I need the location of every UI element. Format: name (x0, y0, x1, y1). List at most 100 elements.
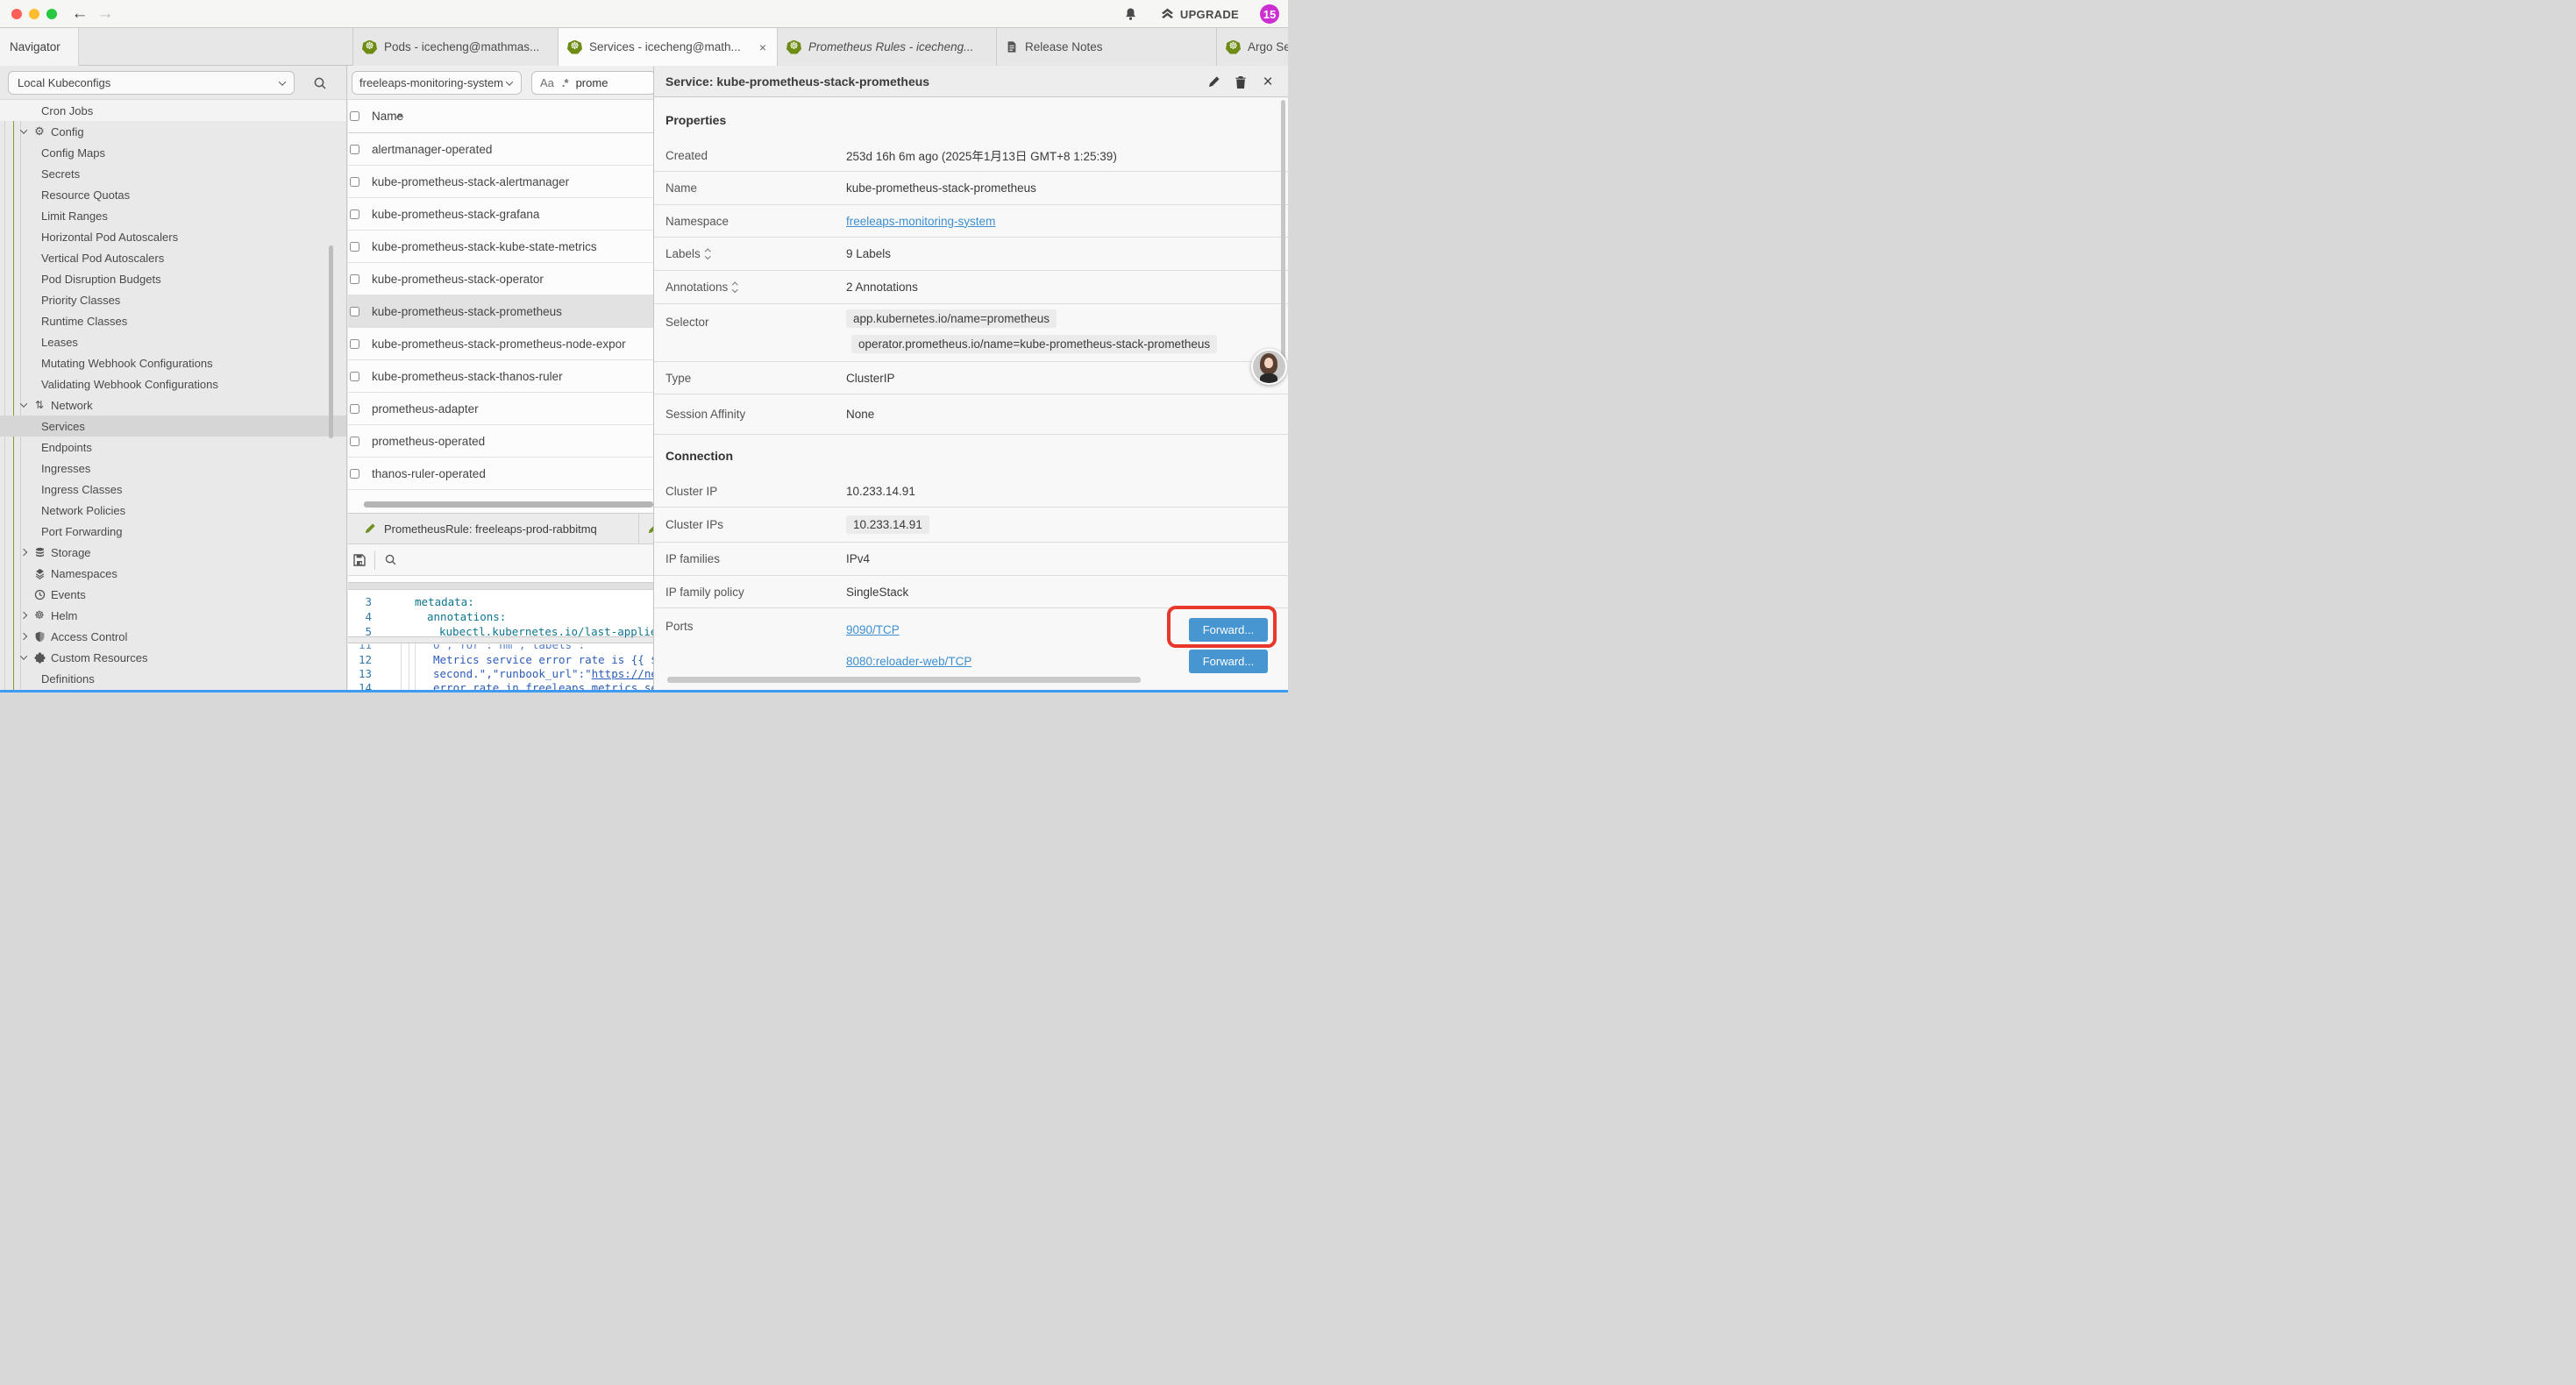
row-checkbox[interactable] (350, 339, 359, 349)
sidebar-item-events[interactable]: Events (0, 584, 346, 605)
regex-toggle[interactable]: .* (562, 76, 568, 89)
sidebar-item-horizontal-pod-autoscalers[interactable]: Horizontal Pod Autoscalers (0, 226, 346, 247)
sidebar-item-runtime-classes[interactable]: Runtime Classes (0, 310, 346, 331)
sidebar-item-mutating-webhook-configurations[interactable]: Mutating Webhook Configurations (0, 352, 346, 373)
sidebar-item-definitions[interactable]: Definitions (0, 668, 346, 689)
forward-button[interactable]: Forward... (1189, 650, 1268, 673)
namespace-link[interactable]: freeleaps-monitoring-system (846, 215, 995, 228)
close-window-button[interactable] (11, 9, 22, 19)
sidebar-item-custom-resources[interactable]: Custom Resources (0, 647, 346, 668)
sidebar-item-ingress-classes[interactable]: Ingress Classes (0, 479, 346, 500)
yaml-editor[interactable]: 3metadata:4annotations:5kubectl.kubernet… (348, 590, 653, 692)
detail-horizontal-scrollbar[interactable] (667, 677, 1141, 683)
sidebar-item-namespaces[interactable]: Namespaces (0, 563, 346, 584)
avatar[interactable] (1251, 349, 1287, 385)
save-button[interactable] (348, 553, 371, 567)
sidebar-item-network-policies[interactable]: Network Policies (0, 500, 346, 521)
select-all-checkbox[interactable] (350, 111, 359, 121)
close-panel-button[interactable]: × (1260, 74, 1276, 90)
sidebar-item-priority-classes[interactable]: Priority Classes (0, 289, 346, 310)
row-checkbox[interactable] (350, 177, 359, 187)
tab-close-icon[interactable]: × (758, 40, 768, 54)
forward-button[interactable]: Forward... (1189, 618, 1268, 642)
port-link[interactable]: 8080:reloader-web/TCP (846, 655, 971, 668)
table-row[interactable]: kube-prometheus-stack-alertmanager (348, 166, 653, 198)
sidebar-item-storage[interactable]: Storage (0, 542, 346, 563)
row-checkbox[interactable] (350, 372, 359, 381)
sidebar-item-network[interactable]: ⇅Network (0, 394, 346, 416)
resource-search-input[interactable]: Aa .* prome (531, 71, 656, 95)
sidebar-item-leases[interactable]: Leases (0, 331, 346, 352)
row-checkbox[interactable] (350, 210, 359, 219)
sidebar-item-cron-jobs[interactable]: Cron Jobs (0, 100, 346, 121)
forward-button[interactable]: → (95, 2, 116, 26)
sidebar-item-secrets[interactable]: Secrets (0, 163, 346, 184)
row-checkbox[interactable] (350, 437, 359, 446)
sidebar-item-config-maps[interactable]: Config Maps (0, 142, 346, 163)
chevron-right-icon[interactable] (18, 613, 29, 618)
edit-button[interactable] (1206, 75, 1221, 89)
cluster-search-button[interactable] (309, 72, 331, 95)
sidebar-item-port-forwarding[interactable]: Port Forwarding (0, 521, 346, 542)
tab-prometheus-rules-icecheng[interactable]: ☸Prometheus Rules - icecheng... (777, 28, 996, 66)
editor-tab[interactable]: PrometheusRule: freeleaps-prod-rabbitmq (348, 514, 638, 543)
delete-button[interactable] (1233, 75, 1249, 89)
port-link[interactable]: 9090/TCP (846, 623, 900, 636)
tab-argo-se[interactable]: ☸Argo Se (1216, 28, 1288, 66)
sidebar-item-services[interactable]: Services (0, 416, 346, 437)
chevron-down-icon[interactable] (18, 129, 29, 134)
row-checkbox[interactable] (350, 307, 359, 316)
navigator-panel-tab[interactable]: Navigator (0, 28, 79, 66)
table-row[interactable]: thanos-ruler-operated (348, 458, 653, 490)
detail-header: Service: kube-prometheus-stack-prometheu… (654, 67, 1288, 97)
horizontal-scrollbar[interactable] (364, 501, 653, 508)
sort-expander-icon[interactable] (733, 283, 737, 292)
chevron-right-icon[interactable] (18, 550, 29, 555)
maximize-window-button[interactable] (46, 9, 57, 19)
sidebar-item-limit-ranges[interactable]: Limit Ranges (0, 205, 346, 226)
sidebar-item-pod-disruption-budgets[interactable]: Pod Disruption Budgets (0, 268, 346, 289)
tab-pods-icecheng-mathmas[interactable]: ☸Pods - icecheng@mathmas... (352, 28, 558, 66)
back-button[interactable]: ← (69, 2, 90, 26)
notification-badge[interactable]: 15 (1260, 4, 1279, 24)
code-text: Metrics service error rate is {{ $va (433, 653, 671, 666)
sidebar-item-vertical-pod-autoscalers[interactable]: Vertical Pod Autoscalers (0, 247, 346, 268)
match-case-toggle[interactable]: Aa (540, 76, 554, 89)
row-checkbox[interactable] (350, 242, 359, 252)
table-row[interactable]: kube-prometheus-stack-grafana (348, 198, 653, 231)
detail-scrollbar[interactable] (1281, 100, 1285, 363)
sidebar-item-endpoints[interactable]: Endpoints (0, 437, 346, 458)
table-row[interactable]: kube-prometheus-stack-prometheus (348, 295, 653, 328)
sidebar-item-access-control[interactable]: Access Control (0, 626, 346, 647)
notifications-button[interactable] (1118, 1, 1144, 27)
chevron-down-icon[interactable] (18, 402, 29, 408)
table-row[interactable]: alertmanager-operated (348, 133, 653, 166)
tab-services-icecheng-math[interactable]: ☸Services - icecheng@math...× (558, 28, 777, 66)
sidebar-item-validating-webhook-configurations[interactable]: Validating Webhook Configurations (0, 373, 346, 394)
table-row[interactable]: kube-prometheus-stack-prometheus-node-ex… (348, 328, 653, 360)
table-row[interactable]: kube-prometheus-stack-thanos-ruler (348, 360, 653, 393)
sidebar-item-helm[interactable]: ☸Helm (0, 605, 346, 626)
sidebar-scrollbar[interactable] (329, 245, 333, 438)
sort-expander-icon[interactable] (706, 250, 710, 259)
table-row[interactable]: kube-prometheus-stack-kube-state-metrics (348, 231, 653, 263)
row-checkbox[interactable] (350, 404, 359, 414)
kubeconfig-dropdown[interactable]: Local Kubeconfigs (8, 71, 295, 95)
row-checkbox[interactable] (350, 274, 359, 284)
table-row[interactable]: prometheus-adapter (348, 393, 653, 425)
editor-tab-partial[interactable] (639, 514, 653, 543)
table-row[interactable]: prometheus-operated (348, 425, 653, 458)
table-row[interactable]: kube-prometheus-stack-operator (348, 263, 653, 295)
chevron-down-icon[interactable] (18, 655, 29, 660)
row-checkbox[interactable] (350, 145, 359, 154)
minimize-window-button[interactable] (29, 9, 39, 19)
row-checkbox[interactable] (350, 469, 359, 479)
namespace-dropdown[interactable]: freeleaps-monitoring-system (352, 71, 522, 95)
chevron-right-icon[interactable] (18, 634, 29, 639)
sidebar-item-ingresses[interactable]: Ingresses (0, 458, 346, 479)
tab-release-notes[interactable]: Release Notes (996, 28, 1216, 66)
upgrade-button[interactable]: UPGRADE (1160, 7, 1239, 21)
editor-search-button[interactable] (379, 553, 402, 566)
sidebar-item-config[interactable]: ⚙Config (0, 121, 346, 142)
sidebar-item-resource-quotas[interactable]: Resource Quotas (0, 184, 346, 205)
